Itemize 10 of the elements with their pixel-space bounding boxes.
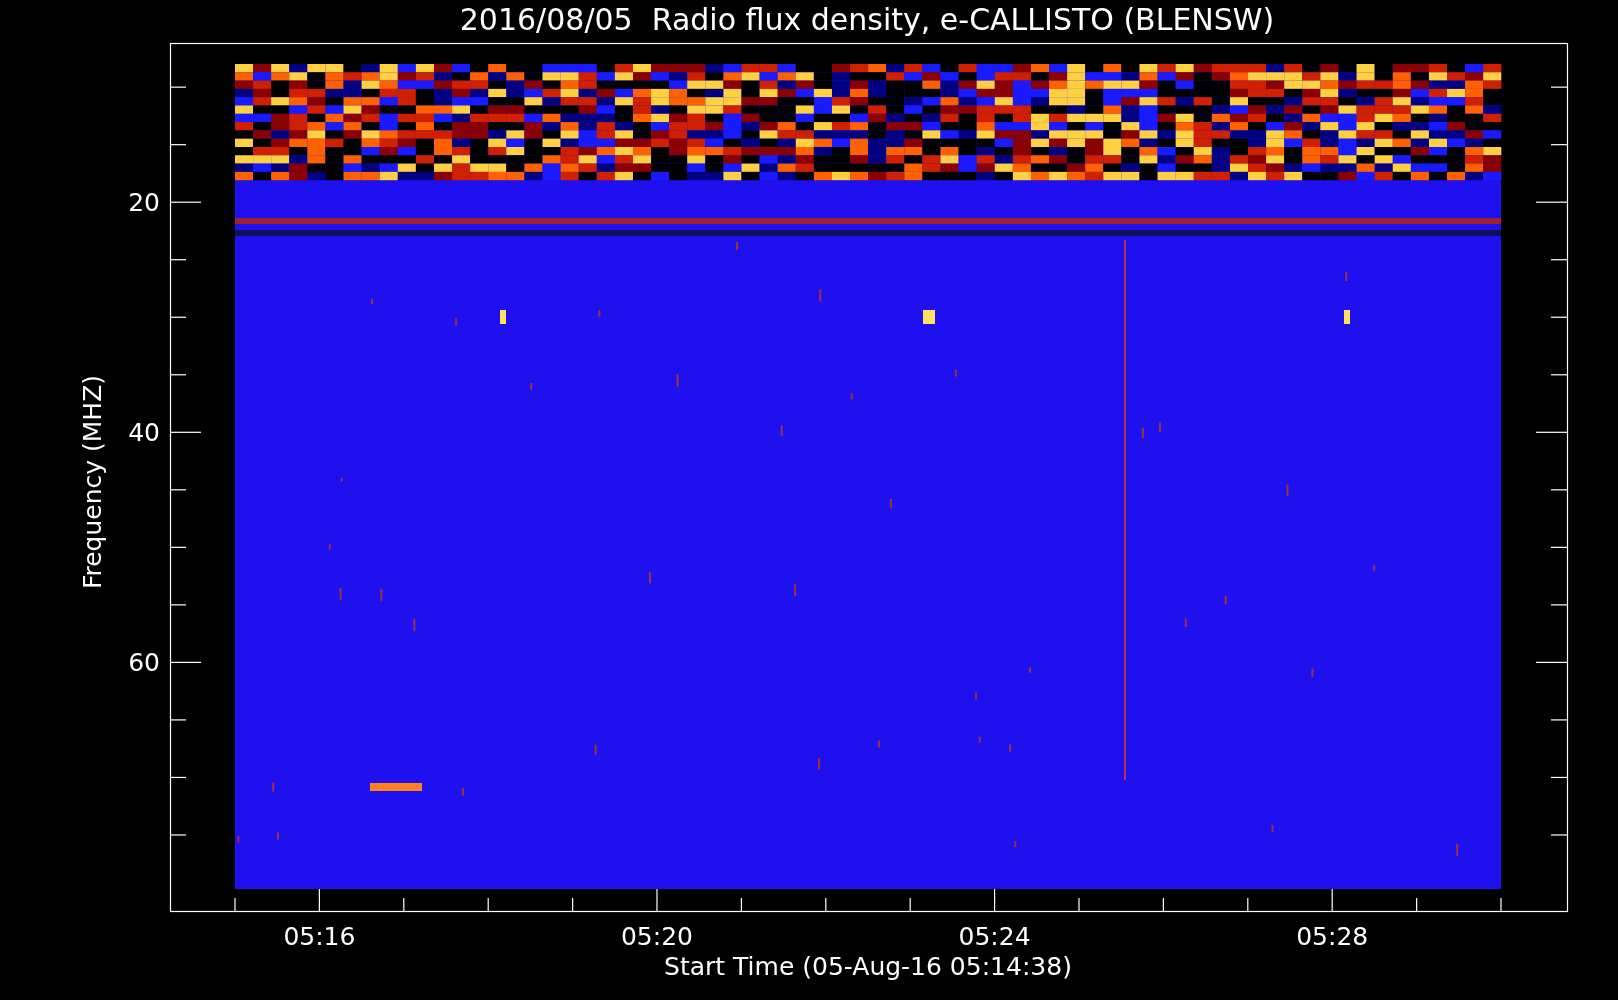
x-tick-label: 05:24	[958, 922, 1031, 951]
x-tick-label: 05:20	[621, 922, 693, 951]
y-tick-label: 40	[128, 418, 160, 448]
y-tick-label: 60	[128, 648, 160, 678]
x-tick-label: 05:28	[1296, 922, 1369, 951]
y-tick-label: 20	[128, 188, 160, 218]
x-tick-label: 05:16	[283, 922, 356, 951]
y-axis-label: Frequency (MHZ)	[78, 374, 107, 590]
chart-title: 2016/08/05 Radio flux density, e-CALLISTO (BLENSW)	[459, 2, 1275, 37]
x-axis-label: Start Time (05-Aug-16 05:14:38)	[664, 952, 1072, 981]
